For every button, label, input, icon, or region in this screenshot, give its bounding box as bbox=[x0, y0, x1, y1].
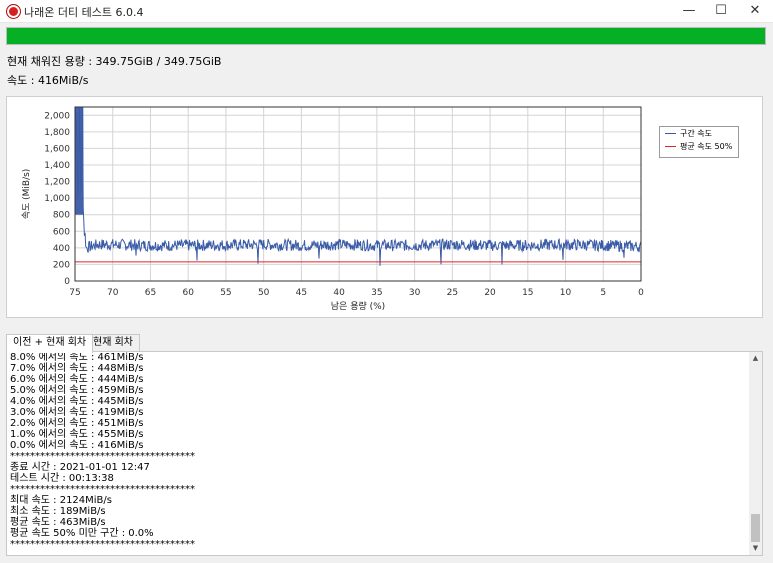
log-scrollbar[interactable]: ▲ ▼ bbox=[749, 352, 762, 555]
x-tick-label: 25 bbox=[447, 288, 458, 298]
scroll-down-icon[interactable]: ▼ bbox=[749, 542, 762, 555]
log-lines: 8.0% 에서의 속도 : 461MiB/s 7.0% 에서의 속도 : 448M… bbox=[10, 352, 195, 550]
y-tick-label: 0 bbox=[64, 277, 70, 287]
x-tick-label: 70 bbox=[107, 288, 119, 298]
y-axis-label: 속도 (MiB/s) bbox=[21, 169, 32, 220]
speed-chart-svg: 02004006008001,0001,2001,4001,6001,8002,… bbox=[21, 106, 644, 312]
log-line: 평균 속도 50% 미만 구간 : 0.0% bbox=[10, 528, 154, 539]
log-line: 평균 속도 : 463MiB/s bbox=[10, 517, 106, 528]
tab-previous-and-current[interactable]: 이전 + 현재 회차 bbox=[6, 334, 94, 353]
tab-current[interactable]: 현재 회차 bbox=[86, 334, 140, 352]
y-tick-label: 200 bbox=[53, 260, 70, 270]
scrollbar-thumb[interactable] bbox=[751, 514, 760, 542]
log-line: 5.0% 에서의 속도 : 459MiB/s bbox=[10, 385, 144, 396]
log-line: ************************************* bbox=[10, 451, 195, 462]
plot-area bbox=[75, 107, 641, 281]
log-line: 1.0% 에서의 속도 : 455MiB/s bbox=[10, 429, 144, 440]
y-tick-label: 2,000 bbox=[44, 111, 70, 121]
y-tick-label: 1,400 bbox=[44, 161, 70, 171]
x-tick-label: 10 bbox=[560, 288, 572, 298]
log-line: 6.0% 에서의 속도 : 444MiB/s bbox=[10, 374, 144, 385]
x-tick-label: 65 bbox=[145, 288, 156, 298]
app-logo-icon bbox=[6, 4, 21, 19]
log-line: 0.0% 에서의 속도 : 416MiB/s bbox=[10, 440, 144, 451]
window-title: 나래온 더티 테스트 6.0.4 bbox=[24, 6, 144, 19]
log-line: 최대 속도 : 2124MiB/s bbox=[10, 495, 113, 506]
legend-swatch-interval bbox=[665, 133, 676, 134]
y-tick-label: 800 bbox=[53, 211, 70, 221]
legend-item-interval-speed: 구간 속도 bbox=[660, 127, 738, 140]
x-tick-label: 35 bbox=[371, 288, 382, 298]
maximize-button[interactable]: ☐ bbox=[703, 0, 739, 22]
log-line: 2.0% 에서의 속도 : 451MiB/s bbox=[10, 418, 144, 429]
log-line: ************************************* bbox=[10, 484, 195, 495]
x-tick-label: 60 bbox=[182, 288, 194, 298]
legend-swatch-average bbox=[665, 146, 676, 147]
log-line: 최소 속도 : 189MiB/s bbox=[10, 506, 106, 517]
y-tick-label: 400 bbox=[53, 244, 70, 254]
log-line: 7.0% 에서의 속도 : 448MiB/s bbox=[10, 363, 144, 374]
log-textbox[interactable]: 8.0% 에서의 속도 : 461MiB/s 7.0% 에서의 속도 : 448M… bbox=[6, 351, 763, 556]
x-tick-label: 15 bbox=[522, 288, 533, 298]
x-axis-label: 남은 용량 (%) bbox=[331, 300, 385, 312]
legend-item-average-speed: 평균 속도 50% bbox=[660, 140, 738, 153]
x-tick-label: 75 bbox=[69, 288, 80, 298]
y-tick-label: 1,600 bbox=[44, 144, 70, 154]
x-tick-label: 0 bbox=[638, 288, 644, 298]
legend-label-average: 평균 속도 50% bbox=[680, 142, 733, 151]
log-line: ************************************* bbox=[10, 539, 195, 550]
y-tick-label: 1,000 bbox=[44, 194, 70, 204]
speed-chart: 0 200 400 600 800 1,000 1,200 1,400 1,600 1,800 2,… bbox=[6, 96, 763, 318]
close-button[interactable]: ✕ bbox=[737, 0, 773, 22]
x-tick-label: 5 bbox=[600, 288, 606, 298]
x-tick-label: 20 bbox=[484, 288, 496, 298]
y-tick-label: 600 bbox=[53, 227, 70, 237]
minimize-button[interactable]: — bbox=[671, 0, 707, 22]
y-tick-label: 1,800 bbox=[44, 128, 70, 138]
title-bar: 나래온 더티 테스트 6.0.4 — ☐ ✕ bbox=[0, 0, 773, 23]
series-interval-speed-burst bbox=[75, 107, 84, 215]
log-line: 종료 시간 : 2021-01-01 12:47 bbox=[10, 462, 150, 473]
progress-bar bbox=[6, 27, 766, 45]
log-line: 테스트 시간 : 00:13:38 bbox=[10, 473, 114, 484]
log-line: 4.0% 에서의 속도 : 445MiB/s bbox=[10, 396, 144, 407]
scroll-up-icon[interactable]: ▲ bbox=[749, 352, 762, 365]
x-tick-label: 50 bbox=[258, 288, 270, 298]
x-tick-label: 45 bbox=[296, 288, 307, 298]
x-tick-label: 30 bbox=[409, 288, 421, 298]
chart-legend: 구간 속도 평균 속도 50% bbox=[659, 126, 739, 158]
log-line: 3.0% 에서의 속도 : 419MiB/s bbox=[10, 407, 144, 418]
speed-text: 속도 : 416MiB/s bbox=[7, 74, 89, 87]
progress-fill bbox=[7, 28, 765, 44]
x-tick-label: 55 bbox=[220, 288, 231, 298]
written-capacity-text: 현재 채워진 용량 : 349.75GiB / 349.75GiB bbox=[7, 55, 222, 68]
legend-label-interval: 구간 속도 bbox=[680, 129, 712, 138]
log-line: 8.0% 에서의 속도 : 461MiB/s bbox=[10, 352, 144, 363]
x-tick-label: 40 bbox=[333, 288, 345, 298]
y-tick-label: 1,200 bbox=[44, 178, 70, 188]
